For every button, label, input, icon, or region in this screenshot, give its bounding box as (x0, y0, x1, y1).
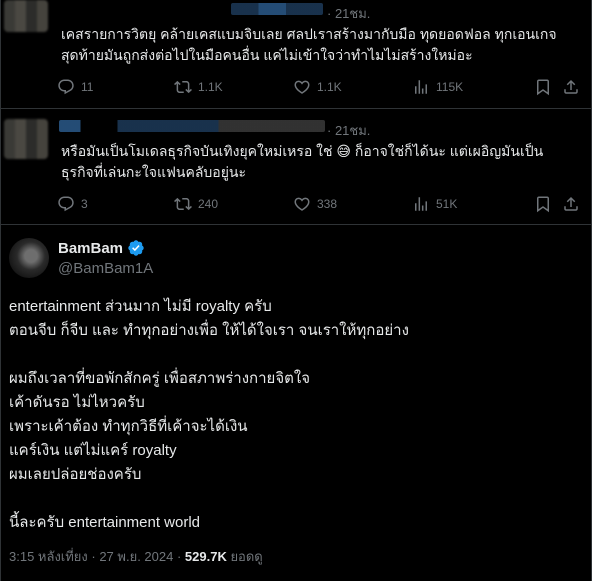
reply-author-blurred[interactable] (59, 120, 325, 132)
tweet-line: เค้าดันรอ ไม่ไหวครับ (9, 394, 145, 411)
tweet-views-label: ยอดดู (226, 549, 263, 564)
verified-badge-icon (128, 240, 144, 256)
reply-count: 3 (81, 197, 88, 211)
author-display-name[interactable]: BamBam (58, 240, 123, 257)
share-icon (564, 196, 578, 211)
reply-time[interactable]: · 21ชม. (327, 120, 370, 141)
views-icon (415, 197, 427, 211)
author-handle[interactable]: @BamBam1A (58, 260, 153, 277)
views-count: 115K (436, 80, 464, 94)
tweet-line: เพราะเค้าต้อง ทำทุกวิธีที่เค้าจะได้เงิน (9, 418, 248, 435)
like-button[interactable]: 338 (293, 195, 337, 213)
reply-author-blurred[interactable] (231, 3, 323, 15)
tweet-line: entertainment ส่วนมาก ไม่มี royalty ครับ (9, 298, 272, 315)
bookmark-button[interactable] (534, 195, 552, 213)
tweet-timestamp[interactable]: 3:15 หลังเที่ยง · 27 พ.ย. 2024 · (9, 549, 185, 564)
views-icon (415, 80, 427, 94)
author-name[interactable]: BamBam (58, 239, 145, 257)
tweet-meta: 3:15 หลังเที่ยง · 27 พ.ย. 2024 · 529.7K … (9, 546, 263, 567)
tweet-views-count: 529.7K (184, 549, 227, 564)
reply-action-bar: 3 240 338 51K (57, 195, 580, 215)
like-icon (294, 197, 310, 211)
reply-icon (58, 196, 74, 212)
like-button[interactable]: 1.1K (293, 78, 342, 96)
reply-text-line: สุดท้ายมันถูกส่งต่อไปในมือคนอื่น แค่ไม่เ… (61, 47, 473, 63)
tweet-line: นี้ละครับ entertainment world (9, 514, 201, 531)
reply-time[interactable]: · 21ชม. (327, 3, 370, 24)
share-icon (564, 79, 578, 94)
views-count: 51K (436, 197, 458, 211)
retweet-count: 240 (198, 197, 219, 211)
views-button[interactable]: 51K (412, 195, 457, 213)
reply-text: หรือมันเป็นโมเดลธุรกิจบันเทิงยุคใหม่เหรอ… (61, 141, 581, 183)
retweet-button[interactable]: 240 (174, 195, 218, 213)
reply-text-line: หรือมันเป็นโมเดลธุรกิจบันเทิงยุคใหม่เหรอ… (61, 143, 544, 159)
tweet-line: แคร์เงิน แต่ไม่แคร์ royalty (9, 442, 177, 459)
tweet-line: ตอนจีบ ก็จีบ และ ทำทุกอย่างเพื่อ ให้ได้ใ… (9, 322, 409, 339)
reply-tweet[interactable]: · 21ชม. เคสรายการวิตยุ คล้ายเคสแบมจิบเลย… (1, 0, 591, 108)
main-tweet: BamBam @BamBam1A entertainment ส่วนมาก ไ… (1, 224, 591, 581)
reply-text: เคสรายการวิตยุ คล้ายเคสแบมจิบเลย ศลปเราส… (61, 24, 581, 66)
retweet-icon (174, 80, 192, 94)
bookmark-icon (537, 196, 549, 213)
tweet-line: ผมถึงเวลาที่ขอพักสักครู่ เพื่อสภาพร่างกา… (9, 370, 310, 387)
retweet-icon (174, 197, 192, 211)
reply-avatar-blurred[interactable] (4, 119, 48, 159)
bookmark-button[interactable] (534, 78, 552, 96)
reply-text-line: เคสรายการวิตยุ คล้ายเคสแบมจิบเลย ศลปเราส… (61, 26, 557, 42)
like-count: 1.1K (317, 80, 342, 94)
share-button[interactable] (562, 78, 580, 96)
tweet-body: entertainment ส่วนมาก ไม่มี royalty ครับ… (9, 295, 579, 535)
retweet-button[interactable]: 1.1K (174, 78, 223, 96)
bookmark-icon (537, 79, 549, 96)
reply-tweet[interactable]: · 21ชม. หรือมันเป็นโมเดลธุรกิจบันเทิงยุค… (1, 108, 591, 224)
reply-icon (58, 79, 74, 95)
author-avatar[interactable] (9, 238, 49, 278)
reply-count: 11 (81, 80, 94, 94)
like-icon (294, 80, 310, 94)
reply-avatar-blurred[interactable] (4, 0, 48, 32)
share-button[interactable] (562, 195, 580, 213)
reply-button[interactable]: 3 (57, 195, 88, 213)
tweet-thread: · 21ชม. เคสรายการวิตยุ คล้ายเคสแบมจิบเลย… (0, 0, 592, 581)
reply-text-line: ธุรกิจที่เล่นกะใจแฟนคลับอยู่นะ (61, 164, 246, 180)
views-button[interactable]: 115K (412, 78, 463, 96)
like-count: 338 (317, 197, 338, 211)
reply-button[interactable]: 11 (57, 78, 93, 96)
reply-action-bar: 11 1.1K 1.1K 115K (57, 78, 580, 98)
tweet-line: ผมเลยปล่อยช่องครับ (9, 466, 142, 483)
retweet-count: 1.1K (198, 80, 223, 94)
